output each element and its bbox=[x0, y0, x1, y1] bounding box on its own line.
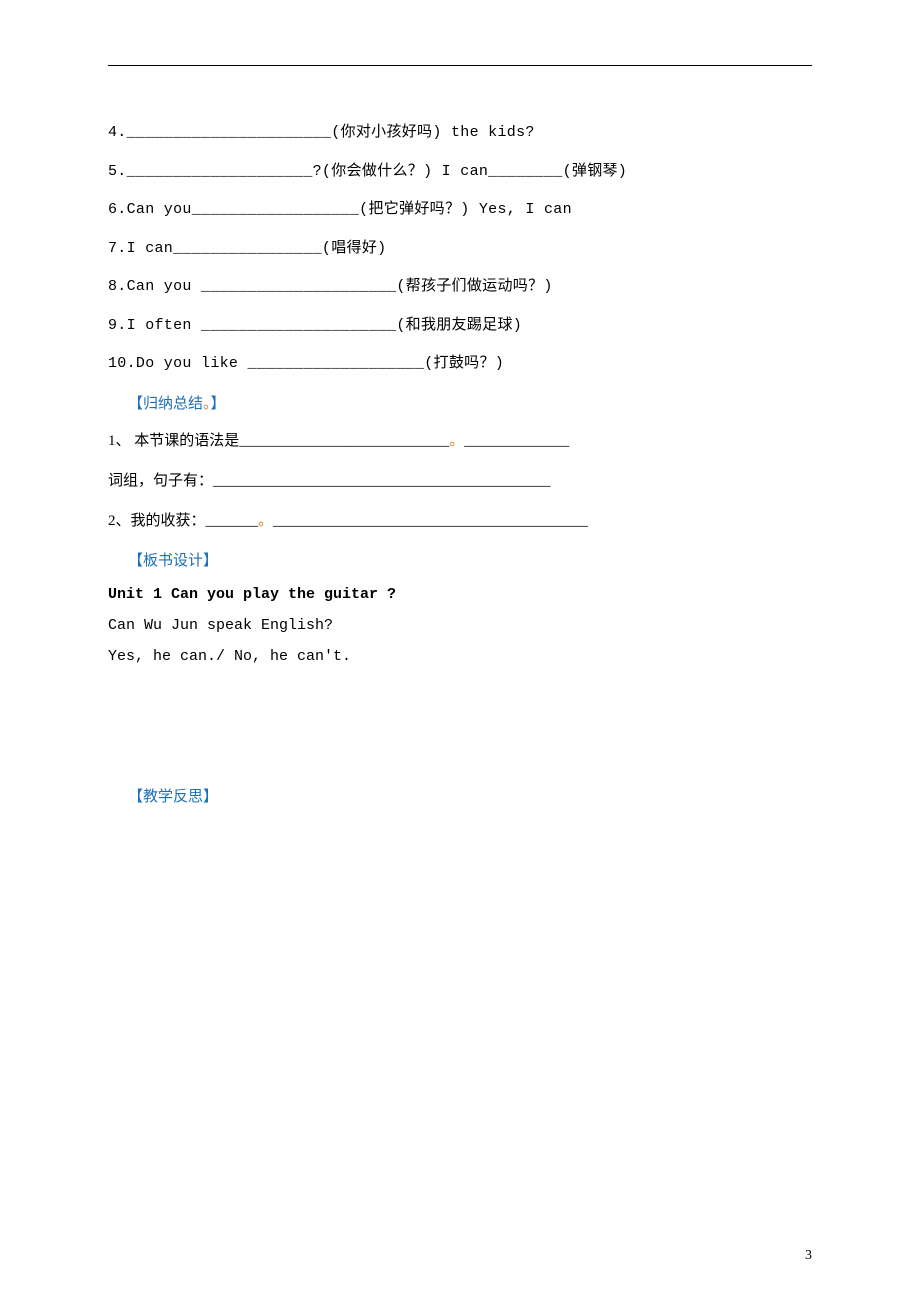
unit-title: Unit 1 Can you play the guitar ? bbox=[108, 586, 812, 603]
summary-line-1: 1、 本节课的语法是____________________________。_… bbox=[108, 429, 812, 453]
summary-heading-dot: 。 bbox=[203, 396, 211, 412]
q5-suffix: ) bbox=[618, 163, 627, 180]
summary-3-prefix: 2、我的收获：_______ bbox=[108, 513, 258, 529]
reflection-heading: 【教学反思】 bbox=[108, 785, 812, 806]
q5-prefix: 5.____________________?( bbox=[108, 163, 331, 180]
q8-suffix: ) bbox=[543, 278, 552, 295]
q10-hint: 打鼓吗？ bbox=[434, 355, 495, 372]
q10-suffix: ) bbox=[495, 355, 504, 372]
summary-1-suffix: ______________ bbox=[464, 433, 569, 449]
summary-2-text: 词组，句子有：_________________________________… bbox=[108, 473, 551, 489]
board-heading-text: 【板书设计】 bbox=[128, 553, 218, 569]
exercise-item-5: 5.____________________?(你会做什么？) I can___… bbox=[108, 161, 812, 184]
page-number: 3 bbox=[805, 1248, 812, 1264]
example-a-text: Yes, he can./ No, he can't. bbox=[108, 648, 351, 665]
q7-suffix: ) bbox=[377, 240, 386, 257]
q10-prefix: 10.Do you like ___________________( bbox=[108, 355, 434, 372]
exercise-item-9: 9.I often _____________________(和我朋友踢足球) bbox=[108, 315, 812, 338]
q6-prefix: 6.Can you__________________( bbox=[108, 201, 368, 218]
example-q-text: Can Wu Jun speak English? bbox=[108, 617, 333, 634]
summary-heading-close: 】 bbox=[211, 396, 226, 412]
top-horizontal-rule bbox=[108, 65, 812, 66]
q8-hint: 帮孩子们做运动吗？ bbox=[406, 278, 544, 295]
example-question: Can Wu Jun speak English? bbox=[108, 617, 812, 634]
summary-line-2: 词组，句子有：_________________________________… bbox=[108, 469, 812, 493]
q4-prefix: 4.______________________( bbox=[108, 124, 341, 141]
exercise-item-7: 7.I can________________(唱得好) bbox=[108, 238, 812, 261]
q5-hint2: 弹钢琴 bbox=[572, 163, 618, 180]
summary-1-prefix: 1、 本节课的语法是____________________________ bbox=[108, 433, 449, 449]
q6-hint: 把它弹好吗？ bbox=[368, 201, 460, 218]
q9-suffix: ) bbox=[513, 317, 522, 334]
q9-prefix: 9.I often _____________________( bbox=[108, 317, 406, 334]
board-design-heading: 【板书设计】 bbox=[108, 549, 812, 570]
summary-3-suffix: ________________________________________… bbox=[273, 513, 588, 529]
page-number-text: 3 bbox=[805, 1248, 812, 1263]
reflection-heading-text: 【教学反思】 bbox=[128, 789, 218, 805]
unit-title-text: Unit 1 Can you play the guitar ? bbox=[108, 586, 396, 603]
summary-line-3: 2、我的收获：_______。_________________________… bbox=[108, 509, 812, 533]
exercise-item-8: 8.Can you _____________________(帮孩子们做运动吗… bbox=[108, 276, 812, 299]
example-answer: Yes, he can./ No, he can't. bbox=[108, 648, 812, 665]
q8-prefix: 8.Can you _____________________( bbox=[108, 278, 406, 295]
q4-suffix: ) the kids? bbox=[432, 124, 534, 141]
q5-hint1: 你会做什么？ bbox=[331, 163, 423, 180]
exercise-item-6: 6.Can you__________________(把它弹好吗？) Yes,… bbox=[108, 199, 812, 222]
q7-prefix: 7.I can________________( bbox=[108, 240, 331, 257]
summary-1-dot: 。 bbox=[449, 433, 464, 449]
summary-heading-text: 【归纳总结 bbox=[128, 396, 203, 412]
q6-suffix: ) Yes, I can bbox=[460, 201, 572, 218]
summary-heading: 【归纳总结。】 bbox=[108, 392, 812, 413]
exercise-item-10: 10.Do you like ___________________(打鼓吗？) bbox=[108, 353, 812, 376]
summary-3-dot: 。 bbox=[258, 513, 273, 529]
q7-hint: 唱得好 bbox=[331, 240, 377, 257]
exercise-item-4: 4.______________________(你对小孩好吗) the kid… bbox=[108, 122, 812, 145]
q4-hint: 你对小孩好吗 bbox=[341, 124, 433, 141]
q5-mid: ) I can________( bbox=[423, 163, 572, 180]
q9-hint: 和我朋友踢足球 bbox=[406, 317, 513, 334]
